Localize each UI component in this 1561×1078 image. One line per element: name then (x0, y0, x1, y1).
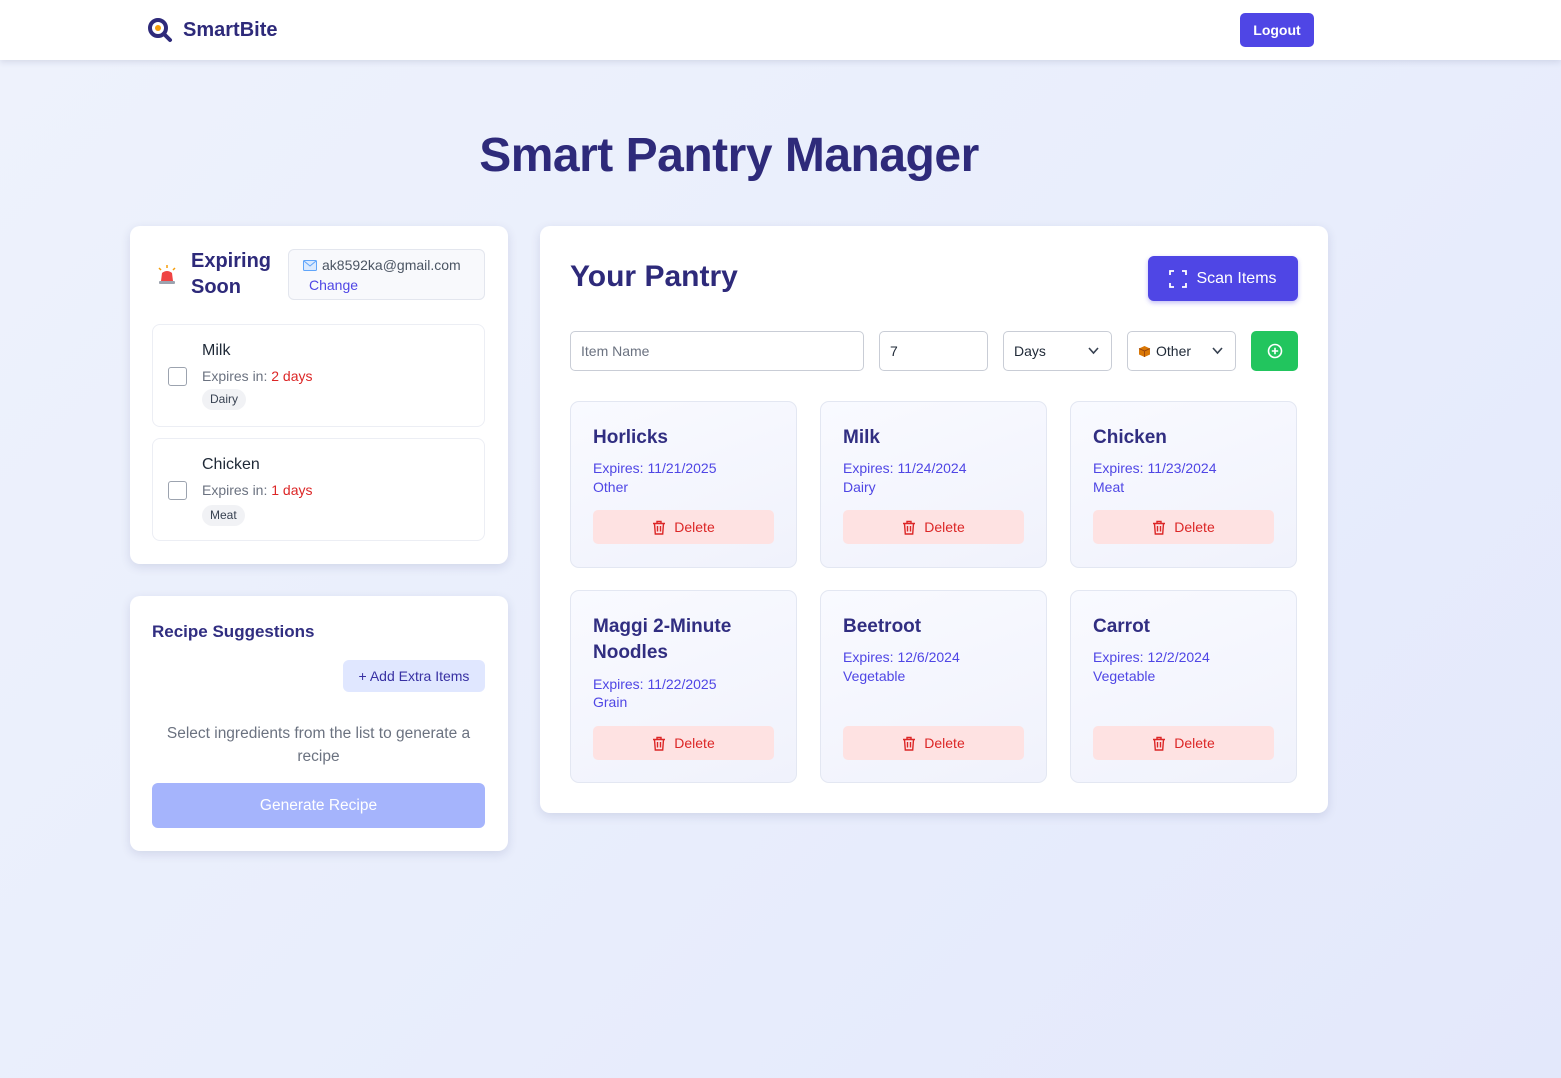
category-select-value: Other (1156, 343, 1192, 359)
pantry-item-card: Chicken Expires: 11/23/2024 Meat Delete (1070, 401, 1297, 568)
expiring-item-checkbox[interactable] (168, 367, 187, 386)
pantry-item-expiry: Expires: 11/21/2025 (593, 460, 717, 476)
delete-item-button[interactable]: Delete (843, 510, 1024, 544)
trash-icon (653, 736, 666, 751)
expiring-item-expiry: Expires in: 1 days (202, 482, 313, 498)
siren-icon (158, 265, 176, 284)
quantity-input[interactable] (879, 331, 988, 371)
unit-select-value: Days (1014, 343, 1046, 359)
pantry-item-expiry: Expires: 12/6/2024 (843, 649, 960, 665)
email-address: ak8592ka@gmail.com (322, 257, 461, 273)
trash-icon (1153, 736, 1166, 751)
delete-item-button[interactable]: Delete (1093, 510, 1274, 544)
pantry-item-category: Vegetable (1093, 668, 1156, 684)
trash-icon (903, 520, 916, 535)
pantry-item-expiry: Expires: 12/2/2024 (1093, 649, 1210, 665)
pantry-item-card: Beetroot Expires: 12/6/2024 Vegetable De… (820, 590, 1047, 783)
delete-item-button[interactable]: Delete (593, 510, 774, 544)
box-icon (1138, 345, 1151, 357)
recipe-hint: Select ingredients from the list to gene… (166, 725, 471, 765)
category-badge: Meat (202, 505, 245, 526)
pantry-item-name: Milk (843, 427, 880, 448)
expiring-item-checkbox[interactable] (168, 481, 187, 500)
brand[interactable]: SmartBite (147, 16, 277, 44)
pantry-item-name: Beetroot (843, 616, 922, 637)
recipe-suggestions-title: Recipe Suggestions (152, 622, 315, 641)
change-email-link[interactable]: Change (309, 277, 484, 293)
delete-item-button[interactable]: Delete (593, 726, 774, 760)
email-box: ak8592ka@gmail.com Change (288, 249, 485, 300)
search-logo-icon (148, 18, 172, 42)
unit-select[interactable]: Days (1003, 331, 1112, 371)
pantry-item-name: Horlicks (593, 427, 668, 448)
pantry-item-category: Meat (1093, 479, 1125, 495)
pantry-card: Your Pantry Scan Items Days Other Horlic… (540, 226, 1328, 813)
category-badge: Dairy (202, 389, 247, 410)
trash-icon (903, 736, 916, 751)
delete-item-button[interactable]: Delete (843, 726, 1024, 760)
pantry-item-name: Maggi 2-Minute Noodles (593, 616, 732, 663)
scan-icon (1169, 269, 1188, 288)
top-navbar: SmartBite Logout (0, 0, 1561, 60)
expiring-item-expiry: Expires in: 2 days (202, 368, 313, 384)
category-select[interactable]: Other (1127, 331, 1236, 371)
generate-recipe-button[interactable]: Generate Recipe (152, 783, 485, 828)
expiring-soon-card: Expiring Soon ak8592ka@gmail.com Change … (130, 226, 508, 564)
pantry-item-name: Carrot (1093, 616, 1151, 637)
pantry-item-card: Maggi 2-Minute Noodles Expires: 11/22/20… (570, 590, 797, 783)
add-extra-items-button[interactable]: + Add Extra Items (343, 660, 485, 692)
item-name-input[interactable] (570, 331, 864, 371)
expiring-days: 2 days (271, 368, 313, 384)
pantry-item-card: Milk Expires: 11/24/2024 Dairy Delete (820, 401, 1047, 568)
expiring-soon-title: Expiring Soon (191, 250, 272, 298)
pantry-item-expiry: Expires: 11/22/2025 (593, 676, 717, 692)
pantry-item-name: Chicken (1093, 427, 1167, 448)
pantry-item-expiry: Expires: 11/23/2024 (1093, 460, 1217, 476)
expiring-item-chicken[interactable]: Chicken Expires in: 1 days Meat (152, 438, 485, 541)
trash-icon (1153, 520, 1166, 535)
logout-button[interactable]: Logout (1240, 13, 1314, 47)
expiring-days: 1 days (271, 482, 313, 498)
pantry-item-card: Horlicks Expires: 11/21/2025 Other Delet… (570, 401, 797, 568)
scan-items-label: Scan Items (1196, 269, 1277, 287)
pantry-title: Your Pantry (570, 260, 738, 293)
recipe-suggestions-card: Recipe Suggestions + Add Extra Items Sel… (130, 596, 508, 851)
plus-circle-icon (1267, 343, 1282, 359)
envelope-icon (303, 259, 317, 271)
trash-icon (653, 520, 666, 535)
page-title: Smart Pantry Manager (479, 129, 979, 182)
chevron-down-icon (1212, 347, 1223, 355)
expiring-item-name: Milk (202, 342, 231, 359)
chevron-down-icon (1088, 347, 1099, 355)
pantry-item-category: Other (593, 479, 629, 495)
pantry-item-category: Grain (593, 694, 628, 710)
add-item-button[interactable] (1251, 331, 1298, 371)
pantry-item-card: Carrot Expires: 12/2/2024 Vegetable Dele… (1070, 590, 1297, 783)
pantry-item-expiry: Expires: 11/24/2024 (843, 460, 967, 476)
scan-items-button[interactable]: Scan Items (1148, 256, 1298, 301)
delete-item-button[interactable]: Delete (1093, 726, 1274, 760)
pantry-item-category: Dairy (843, 479, 876, 495)
pantry-item-category: Vegetable (843, 668, 906, 684)
brand-name: SmartBite (183, 18, 278, 41)
expiring-item-milk[interactable]: Milk Expires in: 2 days Dairy (152, 324, 485, 427)
expiring-item-name: Chicken (202, 456, 260, 473)
